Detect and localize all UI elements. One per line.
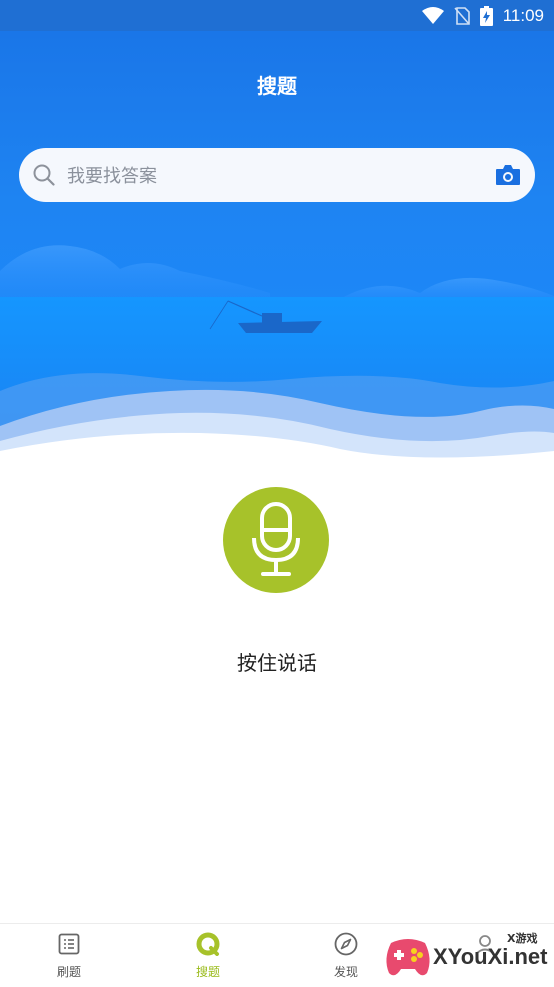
watermark-text: XYouXi.net: [433, 944, 548, 969]
hero-banner: 搜题 我要找答案: [0, 31, 554, 461]
camera-icon[interactable]: [495, 164, 521, 186]
page-title: 搜题: [257, 74, 297, 98]
compass-icon: [334, 932, 358, 956]
tab-discover-label: 发现: [333, 965, 358, 979]
search-tab-icon: [196, 932, 220, 956]
tab-search[interactable]: 搜题: [168, 924, 248, 987]
battery-charging-icon: [479, 5, 493, 26]
gamepad-logo-icon: [386, 939, 430, 976]
watermark-logo: X游戏 XYouXi.net: [383, 928, 554, 986]
status-bar: 11:09: [0, 0, 554, 31]
search-input[interactable]: 我要找答案: [67, 162, 495, 188]
list-icon: [58, 933, 80, 955]
search-icon: [33, 164, 55, 186]
tab-search-label: 搜题: [195, 965, 220, 979]
voice-record-button[interactable]: [223, 487, 329, 593]
search-bar[interactable]: 我要找答案: [19, 148, 535, 202]
tab-practice-label: 刷题: [56, 965, 81, 979]
tab-practice[interactable]: 刷题: [29, 924, 109, 987]
tab-discover[interactable]: 发现: [306, 924, 386, 987]
wifi-icon: [421, 7, 444, 24]
no-sim-icon: [454, 6, 470, 25]
status-time: 11:09: [502, 5, 544, 25]
microphone-icon: [252, 502, 300, 576]
voice-hint-label: 按住说话: [237, 651, 317, 675]
